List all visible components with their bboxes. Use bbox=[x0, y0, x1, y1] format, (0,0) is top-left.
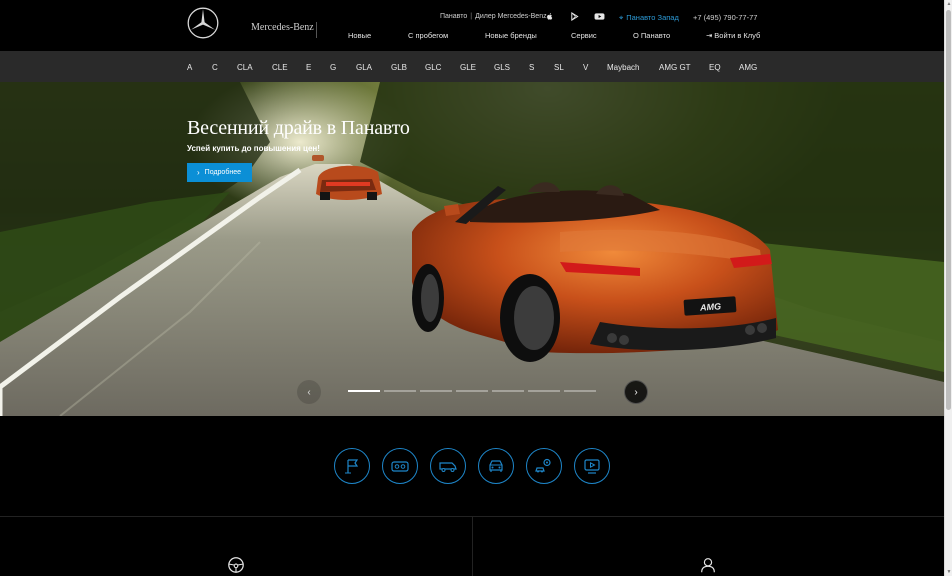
test-drive-flag-icon bbox=[345, 459, 359, 474]
top-links: Панавто | Дилер Mercedes-Benz ⌖ Панавто Зап… bbox=[0, 12, 944, 25]
amg-plate-text: AMG bbox=[699, 301, 722, 313]
slider-dots bbox=[348, 390, 598, 392]
vr-showroom-button[interactable] bbox=[382, 448, 418, 484]
bottom-cards bbox=[0, 516, 944, 576]
slider-dot[interactable] bbox=[528, 390, 560, 392]
slider-dot[interactable] bbox=[456, 390, 488, 392]
scroll-up-icon[interactable]: ▲ bbox=[946, 1, 952, 7]
slider-dot[interactable] bbox=[384, 390, 416, 392]
model-gls[interactable]: GLS bbox=[494, 63, 510, 72]
car-settings-icon bbox=[535, 458, 551, 473]
steering-wheel-icon bbox=[228, 557, 244, 573]
dealer-separator: | bbox=[470, 13, 473, 20]
slider-dot[interactable] bbox=[420, 390, 452, 392]
dealer-label: Панавто | Дилер Mercedes-Benz bbox=[440, 13, 547, 20]
model-bar: A C CLA CLE E G GLA GLB GLC GLE GLS S SL… bbox=[0, 51, 944, 82]
model-gla[interactable]: GLA bbox=[356, 63, 372, 72]
model-cle[interactable]: CLE bbox=[272, 63, 288, 72]
slider-prev-button[interactable]: ‹ bbox=[297, 380, 321, 404]
nav-item-used[interactable]: С пробегом bbox=[408, 31, 448, 40]
model-eq[interactable]: EQ bbox=[709, 63, 721, 72]
nav-item-new-brands[interactable]: Новые бренды bbox=[485, 31, 537, 40]
hero-subtitle: Успей купить до повышения цен! bbox=[187, 144, 320, 153]
scroll-thumb[interactable] bbox=[946, 10, 951, 410]
quick-actions bbox=[0, 416, 944, 516]
model-c[interactable]: C bbox=[212, 63, 218, 72]
page-scrollbar[interactable]: ▲ ▼ bbox=[944, 0, 952, 576]
slider-dot[interactable] bbox=[564, 390, 596, 392]
more-button-label: Подробнее bbox=[204, 169, 241, 176]
model-amg-gt[interactable]: AMG GT bbox=[659, 63, 691, 72]
hero-banner: AMG Весенний драйв в Панавто Успей купит… bbox=[0, 82, 944, 416]
video-consultation-button[interactable] bbox=[574, 448, 610, 484]
nav-item-service[interactable]: Сервис bbox=[571, 31, 597, 40]
slider-dot[interactable] bbox=[348, 390, 380, 392]
login-label: Войти в Клуб bbox=[714, 31, 761, 40]
dealer-type: Дилер Mercedes-Benz bbox=[475, 13, 547, 20]
car-front-icon bbox=[489, 460, 503, 472]
cars-in-stock-button[interactable] bbox=[478, 448, 514, 484]
model-glc[interactable]: GLC bbox=[425, 63, 441, 72]
model-glb[interactable]: GLB bbox=[391, 63, 407, 72]
model-v[interactable]: V bbox=[583, 63, 588, 72]
apple-icon[interactable] bbox=[545, 12, 554, 21]
location-label: Панавто Запад bbox=[626, 13, 679, 22]
nav-item-about[interactable]: О Панавто bbox=[633, 31, 670, 40]
model-g[interactable]: G bbox=[330, 63, 336, 72]
model-e[interactable]: E bbox=[306, 63, 311, 72]
model-s[interactable]: S bbox=[529, 63, 534, 72]
login-icon: ⇥ bbox=[706, 31, 713, 40]
hero-scene: AMG bbox=[0, 82, 944, 416]
chevron-right-icon: › bbox=[197, 168, 200, 177]
nav-item-new[interactable]: Новые bbox=[348, 31, 371, 40]
chevron-left-icon: ‹ bbox=[307, 386, 311, 398]
model-maybach[interactable]: Maybach bbox=[607, 63, 639, 72]
model-sl[interactable]: SL bbox=[554, 63, 564, 72]
test-drive-button[interactable] bbox=[334, 448, 370, 484]
slider-next-button[interactable]: › bbox=[624, 380, 648, 404]
play-store-icon[interactable] bbox=[570, 12, 579, 21]
hero-title: Весенний драйв в Панавто bbox=[187, 117, 410, 139]
dealer-name: Панавто bbox=[440, 13, 468, 20]
location-link[interactable]: ⌖ Панавто Запад bbox=[619, 13, 679, 23]
model-a[interactable]: A bbox=[187, 63, 192, 72]
bottom-divider bbox=[472, 517, 473, 576]
model-gle[interactable]: GLE bbox=[460, 63, 476, 72]
commercial-vans-button[interactable] bbox=[430, 448, 466, 484]
more-button[interactable]: › Подробнее bbox=[187, 163, 252, 182]
site-header: Mercedes-Benz Панавто | Дилер Mercedes-Ben… bbox=[0, 0, 944, 51]
model-cla[interactable]: CLA bbox=[237, 63, 253, 72]
youtube-icon[interactable] bbox=[594, 12, 605, 21]
van-icon bbox=[439, 462, 457, 472]
video-icon bbox=[584, 459, 600, 474]
user-icon bbox=[701, 558, 715, 573]
scroll-down-icon[interactable]: ▼ bbox=[946, 569, 952, 575]
location-pin-icon: ⌖ bbox=[619, 13, 624, 22]
slider-dot[interactable] bbox=[492, 390, 524, 392]
vr-showroom-icon bbox=[391, 461, 409, 472]
login-link[interactable]: ⇥ Войти в Клуб bbox=[706, 31, 760, 40]
chevron-right-icon: › bbox=[634, 386, 638, 398]
service-booking-button[interactable] bbox=[526, 448, 562, 484]
model-amg[interactable]: AMG bbox=[739, 63, 757, 72]
phone-number[interactable]: +7 (495) 790-77-77 bbox=[693, 13, 757, 22]
